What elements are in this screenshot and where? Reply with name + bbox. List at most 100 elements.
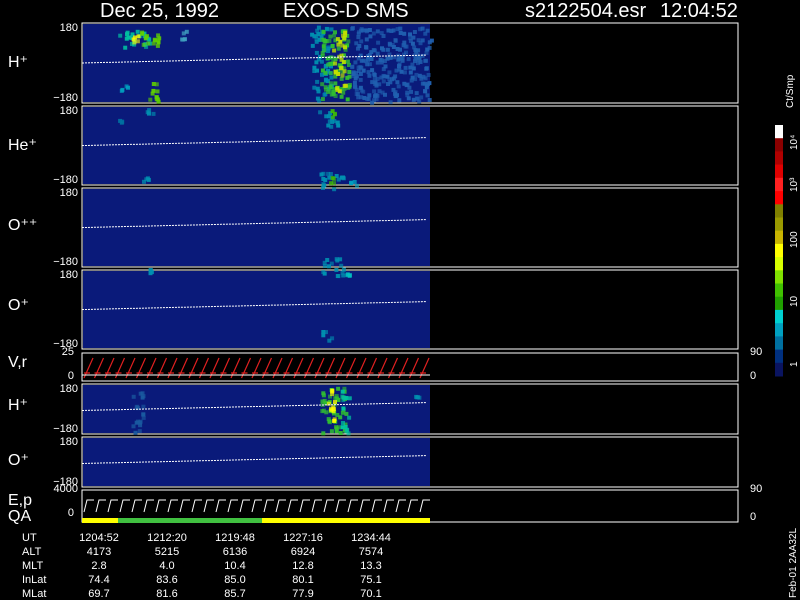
ytick-left-bottom: 0 [68, 507, 74, 519]
header-time: 12:04:52 [660, 0, 738, 22]
heatmap-cell [135, 29, 140, 34]
heatmap-cell [152, 38, 157, 43]
heatmap-cell [357, 44, 362, 48]
ephem-row-label: ALT [22, 546, 42, 558]
heatmap-cell [135, 39, 140, 44]
heatmap-cell [314, 39, 319, 44]
heatmap-background [83, 438, 430, 486]
colorbar-tick: 100 [789, 231, 800, 248]
heatmap-cell [138, 423, 143, 428]
heatmap-cell [124, 36, 129, 41]
header-filename: s2122504.esr [525, 0, 647, 22]
heatmap-cell [328, 34, 333, 39]
heatmap-cell [315, 79, 320, 84]
panel-7: 180−180 [53, 436, 739, 488]
ephem-cell: 1212:20 [147, 532, 187, 544]
panel-1: 180 −180 [53, 22, 739, 105]
heatmap-cell [154, 82, 159, 87]
colorbar-tick: 1 [789, 361, 800, 367]
heatmap-cell [341, 90, 346, 95]
ephem-cell: 83.6 [156, 574, 177, 586]
heatmap-cell [336, 386, 341, 391]
heatmap-cell [367, 73, 372, 78]
heatmap-cell [338, 257, 343, 262]
heatmap-cell [356, 65, 361, 70]
heatmap-cell [341, 421, 345, 425]
heatmap-cell [326, 171, 331, 176]
heatmap-cell [400, 56, 405, 61]
panel-label-7: O⁺ [8, 452, 29, 469]
heatmap-cell [328, 81, 333, 86]
heatmap-cell [138, 391, 143, 396]
heatmap-cell [332, 48, 337, 53]
heatmap-cell [144, 177, 149, 182]
heatmap-cell [381, 34, 386, 38]
ytick-right-top: 90 [750, 483, 762, 495]
colorbar-swatch [775, 191, 783, 205]
colorbar-tick: 10 [789, 295, 800, 307]
heatmap-cell [425, 93, 430, 98]
heatmap-cell [141, 412, 146, 417]
heatmap-cell [380, 58, 385, 63]
heatmap-cell [414, 91, 419, 96]
heatmap-cell [391, 76, 396, 81]
qa-segment [300, 518, 430, 523]
colorbar-unit-label: Ct/Smp [785, 74, 796, 108]
heatmap-cell [416, 58, 421, 63]
heatmap-cell [398, 47, 402, 52]
heatmap-cell [332, 112, 337, 117]
ytick-left-top: 4000 [54, 483, 78, 495]
heatmap-cell [340, 425, 345, 430]
heatmap-cell [338, 431, 343, 435]
heatmap-cell [391, 28, 396, 33]
footer-side-text: Feb-01 2AA32L [788, 528, 799, 598]
colorbar-swatch [775, 217, 783, 232]
heatmap-cell [375, 29, 380, 34]
heatmap-cell [397, 98, 402, 103]
heatmap-cell [403, 44, 408, 49]
ephem-cell: 4173 [87, 546, 111, 558]
ephem-cell: 5215 [155, 546, 179, 558]
heatmap-cell [151, 88, 156, 93]
heatmap-background [83, 189, 430, 266]
heatmap-cell [321, 391, 326, 396]
ephem-cell: 1234:44 [351, 532, 391, 544]
ephem-row-label: InLat [22, 574, 46, 586]
heatmap-cell [329, 75, 334, 80]
heatmap-cell [345, 75, 350, 80]
heatmap-cell [342, 69, 347, 74]
colorbar-tick: 10³ [789, 177, 800, 192]
ephem-cell: 6924 [291, 546, 315, 558]
heatmap-cell [372, 89, 377, 94]
heatmap-cell [181, 37, 186, 42]
ytick-right-bottom: 0 [750, 511, 756, 523]
heatmap-cell [410, 41, 415, 46]
heatmap-cell [388, 42, 392, 47]
heatmap-cell [397, 64, 401, 69]
ephem-cell: 80.1 [292, 574, 313, 586]
heatmap-cell [410, 62, 415, 67]
heatmap-cell [416, 48, 421, 53]
heatmap-cell [141, 42, 146, 47]
ytick-bottom: −180 [53, 256, 78, 268]
heatmap-cell [329, 27, 334, 32]
heatmap-cell [321, 44, 326, 49]
ephem-cell: 74.4 [88, 574, 109, 586]
heatmap-background [83, 271, 430, 348]
heatmap-cell [181, 31, 186, 36]
colorbar: 10⁴ 10³ 100 10 1 [775, 125, 800, 377]
heatmap-cell [393, 38, 398, 43]
heatmap-cell [416, 38, 421, 43]
heatmap-cell [395, 27, 400, 32]
heatmap-cell [347, 415, 352, 420]
heatmap-cell [326, 90, 331, 94]
heatmap-cell [346, 39, 351, 44]
heatmap-cell [321, 29, 326, 34]
heatmap-cell [330, 392, 335, 397]
ytick-top: 180 [60, 436, 78, 448]
colorbar-swatch [775, 204, 783, 218]
heatmap-cell [370, 80, 375, 85]
heatmap-cell [156, 40, 161, 45]
heatmap-cell [417, 99, 422, 104]
heatmap-cell [398, 31, 403, 35]
